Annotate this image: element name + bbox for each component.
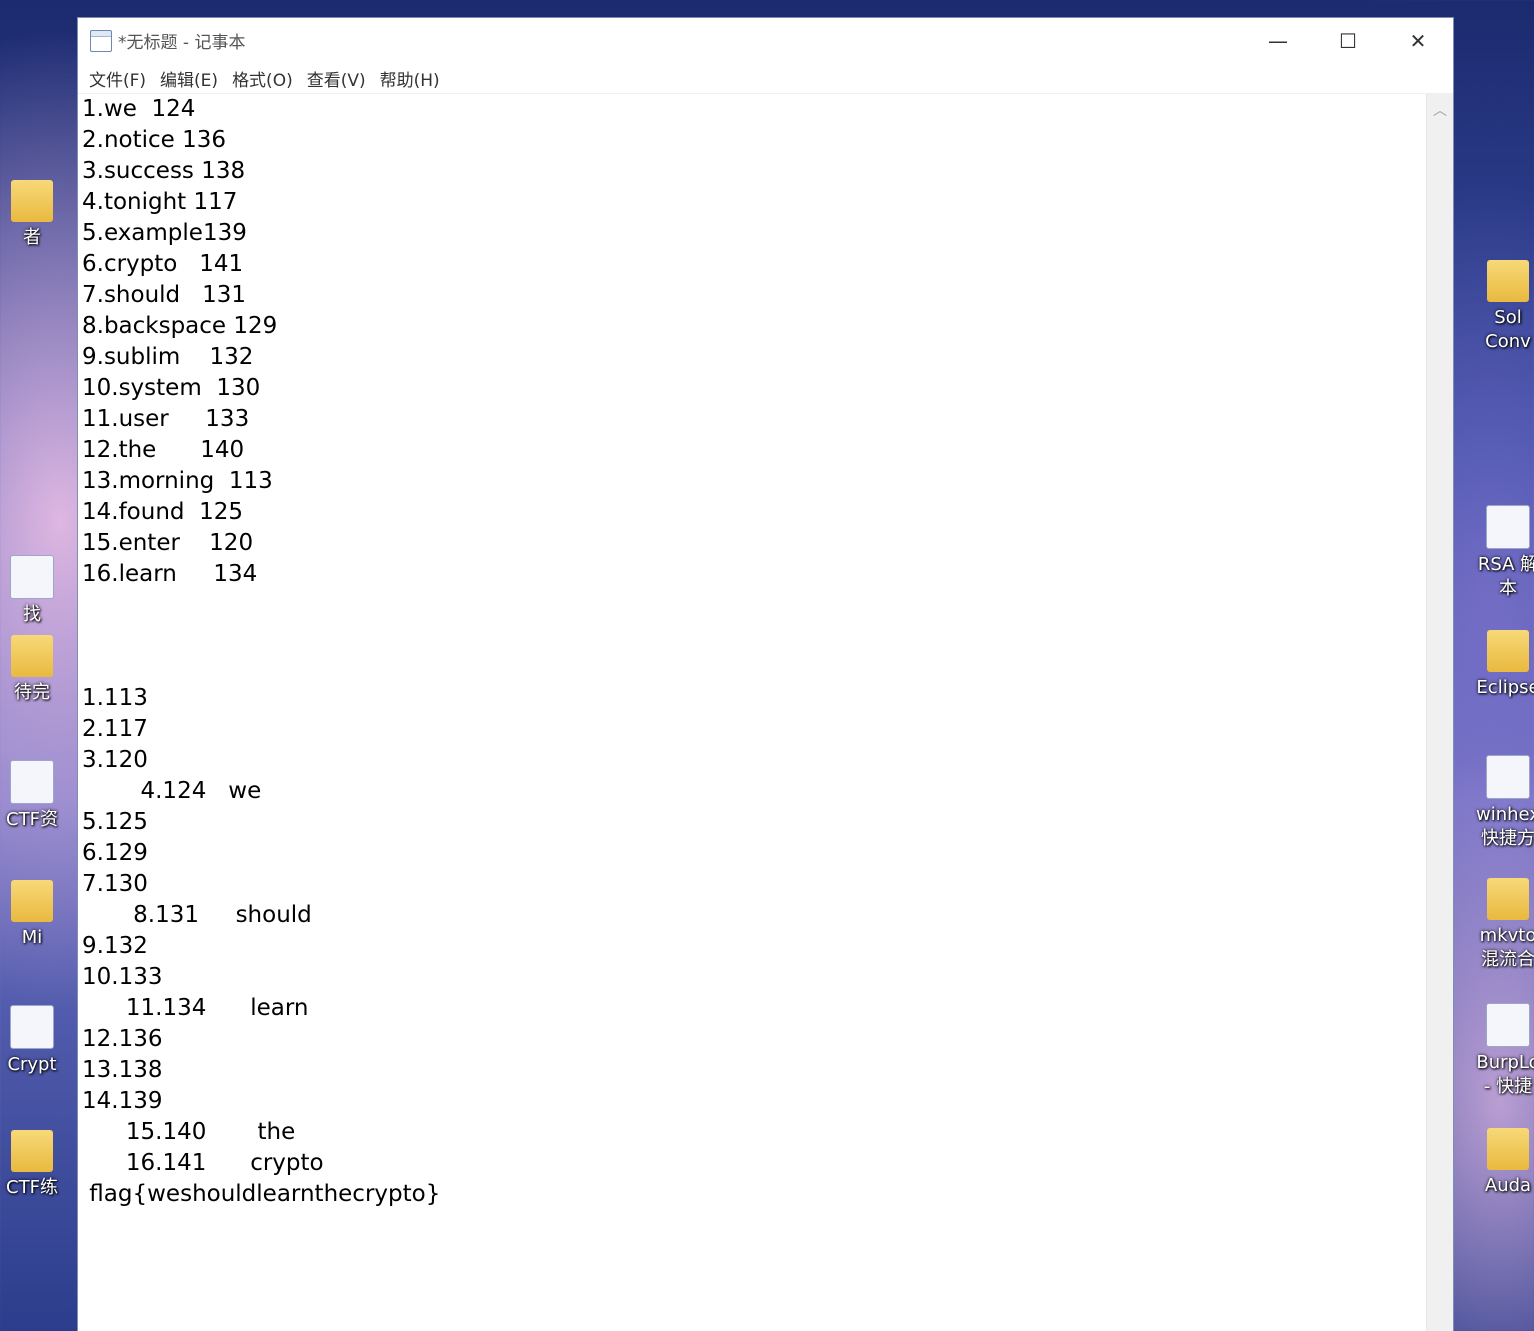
text-line: flag{weshouldlearnthecrypto} [82,1181,441,1207]
menu-file[interactable]: 文件(F) [82,64,153,93]
text-line: 10.system 130 [82,375,261,401]
notepad-icon [90,29,112,52]
minimize-icon: — [1268,28,1288,53]
window-title: *无标题 - 记事本 [118,33,246,53]
desktop-icon[interactable]: RSA 解 本 [1462,505,1534,601]
desktop-icon-label: Eclipse [1476,677,1534,698]
desktop-item-icon [1486,755,1530,799]
desktop-item-icon [11,880,53,922]
text-line: 16.141 crypto [82,1150,324,1176]
text-line: 8.131 should [82,902,312,928]
desktop-item-icon [1486,1003,1530,1047]
text-line: 5.125 [82,809,148,835]
menu-format[interactable]: 格式(O) [225,64,300,93]
text-line: 10.133 [82,964,163,990]
text-line: 15.140 the [82,1119,296,1145]
desktop-icon[interactable]: CTF资 [0,760,78,832]
text-line: 5.example139 [82,220,247,246]
text-line: 1.we 124 [82,96,196,122]
text-line [82,590,1426,621]
desktop-icon[interactable]: Sol Conv [1462,260,1534,354]
maximize-icon: ☐ [1339,28,1357,53]
desktop-item-icon [11,1130,53,1172]
desktop-icon-label: Auda [1484,1175,1532,1196]
desktop-icon[interactable]: Crypt [0,1005,78,1077]
desktop-item-icon [11,635,53,677]
desktop-icon[interactable]: Eclipse [1462,630,1534,700]
desktop-item-icon [10,760,54,804]
text-line: 14.found 125 [82,499,244,525]
desktop-icon[interactable]: BurpLo - 快捷 [1462,1003,1534,1099]
desktop-icon-label: Mi [21,927,43,948]
close-icon: ✕ [1409,28,1427,53]
desktop-item-icon [10,1005,54,1049]
close-button[interactable]: ✕ [1383,18,1453,63]
desktop-item-icon [10,555,54,599]
text-line: 15.enter 120 [82,530,254,556]
text-line: 12.136 [82,1026,163,1052]
desktop-icon[interactable]: 找 [0,555,78,627]
desktop-item-icon [1487,1128,1529,1170]
desktop-icon-label: RSA 解 本 [1477,554,1534,599]
desktop-item-icon [11,180,53,222]
text-line: 13.morning 113 [82,468,273,494]
text-line: 3.success 138 [82,158,246,184]
text-line: 2.117 [82,716,148,742]
desktop-icon-label: mkvto 混流合 [1479,925,1534,970]
scroll-up-icon[interactable]: ︿ [1427,100,1453,120]
minimize-button[interactable]: — [1243,18,1313,63]
text-line: 4.tonight 117 [82,189,238,215]
text-line: 2.notice 136 [82,127,227,153]
notepad-window: *无标题 - 记事本 — ☐ ✕ 文件(F) 编辑(E) 格式(O) 查看(V)… [78,18,1453,1331]
menu-help[interactable]: 帮助(H) [373,64,447,93]
desktop-icon[interactable]: CTF练 [0,1130,78,1200]
text-line: 11.user 133 [82,406,250,432]
desktop-icon[interactable]: 者 [0,180,78,250]
text-editor[interactable]: 1.we 124 2.notice 136 3.success 138 4.tonig… [78,94,1426,1331]
desktop-item-icon [1487,260,1529,302]
desktop-icon-label: Sol Conv [1485,307,1531,352]
text-line [82,621,1426,652]
desktop-icon[interactable]: winhex 快捷方 [1462,755,1534,851]
desktop-icon-label: CTF练 [6,1177,58,1198]
desktop-icon-label: BurpLo - 快捷 [1476,1052,1534,1097]
text-line: 6.crypto 141 [82,251,244,277]
desktop-icon[interactable]: 待完 [0,635,78,705]
text-line: 8.backspace 129 [82,313,278,339]
title-bar[interactable]: *无标题 - 记事本 — ☐ ✕ [78,18,1453,63]
desktop-item-icon [1486,505,1530,549]
text-line: 13.138 [82,1057,163,1083]
desktop-item-icon [1487,630,1529,672]
text-line: 9.sublim 132 [82,344,254,370]
text-line: 12.the 140 [82,437,245,463]
text-line: 3.120 [82,747,148,773]
menu-view[interactable]: 查看(V) [300,64,373,93]
maximize-button[interactable]: ☐ [1313,18,1383,63]
desktop-icon-label: winhex 快捷方 [1476,804,1534,849]
desktop-icon-label: 者 [23,227,41,248]
text-line: 9.132 [82,933,148,959]
desktop-icon[interactable]: Mi [0,880,78,950]
editor-area: 1.we 124 2.notice 136 3.success 138 4.tonig… [78,94,1453,1331]
desktop-icon-label: 待完 [14,682,50,703]
text-line: 1.113 [82,685,148,711]
desktop-icon-label: Crypt [7,1054,57,1075]
desktop-icon[interactable]: mkvto 混流合 [1462,878,1534,972]
menu-bar: 文件(F) 编辑(E) 格式(O) 查看(V) 帮助(H) [78,63,1453,94]
text-line: 11.134 learn [82,995,309,1021]
text-line [82,652,1426,683]
text-line: 7.130 [82,871,148,897]
text-line: 14.139 [82,1088,163,1114]
text-line: 4.124 we [82,778,262,804]
text-line: 6.129 [82,840,148,866]
text-line: 16.learn 134 [82,561,258,587]
text-line: 7.should 131 [82,282,246,308]
desktop-icon-label: 找 [23,604,41,625]
vertical-scrollbar[interactable]: ︿ [1426,94,1453,1331]
desktop-icon-label: CTF资 [6,809,58,830]
desktop-icon[interactable]: Auda [1462,1128,1534,1198]
menu-edit[interactable]: 编辑(E) [153,64,225,93]
desktop-item-icon [1487,878,1529,920]
